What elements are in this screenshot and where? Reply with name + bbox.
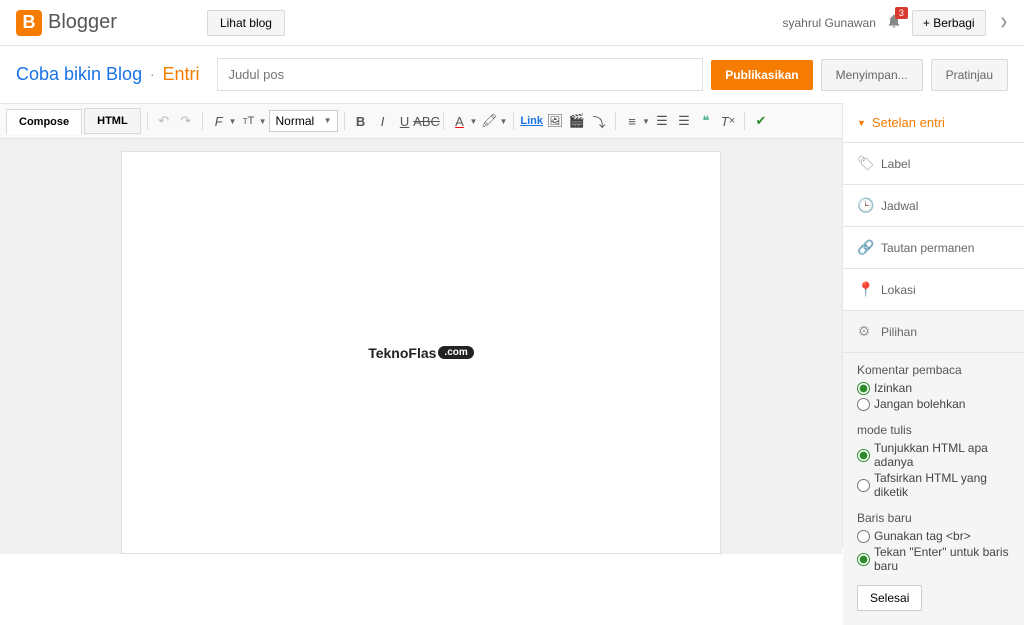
placeholder-logo: TeknoFlas .com <box>368 345 474 361</box>
italic-icon[interactable]: I <box>373 111 393 131</box>
html-tab[interactable]: HTML <box>84 108 141 134</box>
underline-icon[interactable]: U <box>395 111 415 131</box>
preview-button[interactable]: Pratinjau <box>931 59 1008 91</box>
chevron-down-icon: ▼ <box>642 117 650 126</box>
gear-icon: ⚙ <box>857 323 871 340</box>
video-icon[interactable]: 🎬 <box>567 111 587 131</box>
remove-format-icon[interactable]: T× <box>718 111 738 131</box>
publish-button[interactable]: Publikasikan <box>711 60 812 90</box>
share-label: Berbagi <box>933 16 974 30</box>
share-button[interactable]: + Berbagi <box>912 10 986 36</box>
clock-icon: 🕒 <box>857 197 871 214</box>
radio-enter[interactable]: Tekan "Enter" untuk baris baru <box>857 545 1010 573</box>
komentar-label: Komentar pembaca <box>857 363 1010 377</box>
options-text: Pilihan <box>881 325 917 339</box>
location-text: Lokasi <box>881 283 916 297</box>
text-color-icon[interactable]: A <box>450 111 470 131</box>
separator <box>615 112 616 130</box>
selesai-button[interactable]: Selesai <box>857 585 922 611</box>
page-break-icon[interactable]: ⤵ <box>589 111 609 131</box>
label-text: Label <box>881 157 910 171</box>
blogger-logo-icon: B <box>16 10 42 36</box>
tag-icon: 🏷 <box>857 155 871 172</box>
font-size-icon[interactable]: TT <box>239 111 259 131</box>
chevron-down-icon: ▼ <box>470 117 478 126</box>
title-row: Coba bikin Blog · Entri Publikasikan Men… <box>0 46 1024 103</box>
align-icon[interactable]: ≡ <box>622 111 642 131</box>
separator <box>513 112 514 130</box>
tunjukkan-text: Tunjukkan HTML apa adanya <box>874 441 1010 469</box>
baris-label: Baris baru <box>857 511 1010 525</box>
user-name[interactable]: syahrul Gunawan <box>783 16 876 30</box>
location-icon: 📍 <box>857 281 871 298</box>
top-header: B Blogger Lihat blog syahrul Gunawan 3 +… <box>0 0 1024 46</box>
radio-tunjukkan[interactable]: Tunjukkan HTML apa adanya <box>857 441 1010 469</box>
format-select[interactable]: Normal <box>269 110 338 132</box>
enter-text: Tekan "Enter" untuk baris baru <box>874 545 1010 573</box>
bold-icon[interactable]: B <box>351 111 371 131</box>
bullet-list-icon[interactable]: ☰ <box>674 111 694 131</box>
font-family-icon[interactable]: F <box>209 111 229 131</box>
brand-name: Blogger <box>48 11 117 34</box>
chevron-down-icon: ▼ <box>857 118 866 128</box>
image-icon[interactable]: 🖼 <box>545 111 565 131</box>
editor-column: Compose HTML ↶ ↷ F ▼ TT ▼ Normal B I U A… <box>0 103 842 548</box>
sidebar-item-schedule[interactable]: 🕒 Jadwal <box>843 185 1024 227</box>
options-panel: Komentar pembaca Izinkan Jangan bolehkan… <box>843 353 1024 625</box>
notification-badge: 3 <box>895 7 908 19</box>
link-button[interactable]: Link <box>520 115 543 127</box>
editor-canvas[interactable]: TeknoFlas .com <box>121 151 721 554</box>
notifications-button[interactable]: 3 <box>886 13 902 32</box>
schedule-text: Jadwal <box>881 199 918 213</box>
strikethrough-icon[interactable]: ABC <box>417 111 437 131</box>
undo-icon[interactable]: ↶ <box>154 111 174 131</box>
saving-button[interactable]: Menyimpan... <box>821 59 923 91</box>
separator <box>744 112 745 130</box>
spellcheck-icon[interactable]: ✔ <box>751 111 771 131</box>
separator <box>344 112 345 130</box>
placeholder-brand: TeknoFlas <box>368 345 436 361</box>
sidebar-header[interactable]: ▼ Setelan entri <box>843 103 1024 143</box>
radio-jangan[interactable]: Jangan bolehkan <box>857 397 1010 411</box>
sidebar-item-permalink[interactable]: 🔗 Tautan permanen <box>843 227 1024 269</box>
blog-name-link[interactable]: Coba bikin Blog <box>16 64 142 85</box>
numbered-list-icon[interactable]: ☰ <box>652 111 672 131</box>
sidebar-item-label[interactable]: 🏷 Label <box>843 143 1024 185</box>
quote-icon[interactable]: ❝ <box>696 111 716 131</box>
tafsirkan-text: Tafsirkan HTML yang diketik <box>874 471 1010 499</box>
redo-icon[interactable]: ↷ <box>176 111 196 131</box>
radio-izinkan[interactable]: Izinkan <box>857 381 1010 395</box>
compose-tab[interactable]: Compose <box>6 109 82 135</box>
jangan-text: Jangan bolehkan <box>874 397 965 411</box>
radio-br[interactable]: Gunakan tag <br> <box>857 529 1010 543</box>
settings-sidebar: ▼ Setelan entri 🏷 Label 🕒 Jadwal 🔗 Tauta… <box>842 103 1024 548</box>
radio-tafsirkan[interactable]: Tafsirkan HTML yang diketik <box>857 471 1010 499</box>
sidebar-item-location[interactable]: 📍 Lokasi <box>843 269 1024 311</box>
mode-label: mode tulis <box>857 423 1010 437</box>
settings-title: Setelan entri <box>872 115 945 130</box>
separator <box>202 112 203 130</box>
post-title-input[interactable] <box>217 58 703 91</box>
sidebar-item-options[interactable]: ⚙ Pilihan <box>843 311 1024 353</box>
chevron-right-icon[interactable]: ❯ <box>1000 17 1008 28</box>
separator <box>147 112 148 130</box>
editor-toolbar: Compose HTML ↶ ↷ F ▼ TT ▼ Normal B I U A… <box>0 103 842 139</box>
section-label: Entri <box>162 64 199 85</box>
chevron-down-icon: ▼ <box>499 117 507 126</box>
highlight-icon[interactable]: 🖍 <box>479 111 499 131</box>
permalink-text: Tautan permanen <box>881 241 974 255</box>
placeholder-tld: .com <box>438 346 473 359</box>
view-blog-button[interactable]: Lihat blog <box>207 10 285 36</box>
izinkan-text: Izinkan <box>874 381 912 395</box>
chevron-down-icon: ▼ <box>259 117 267 126</box>
chevron-down-icon: ▼ <box>229 117 237 126</box>
canvas-wrap: TeknoFlas .com <box>0 139 842 554</box>
separator: · <box>150 67 154 82</box>
br-text: Gunakan tag <br> <box>874 529 971 543</box>
link-icon: 🔗 <box>857 239 871 256</box>
separator <box>443 112 444 130</box>
